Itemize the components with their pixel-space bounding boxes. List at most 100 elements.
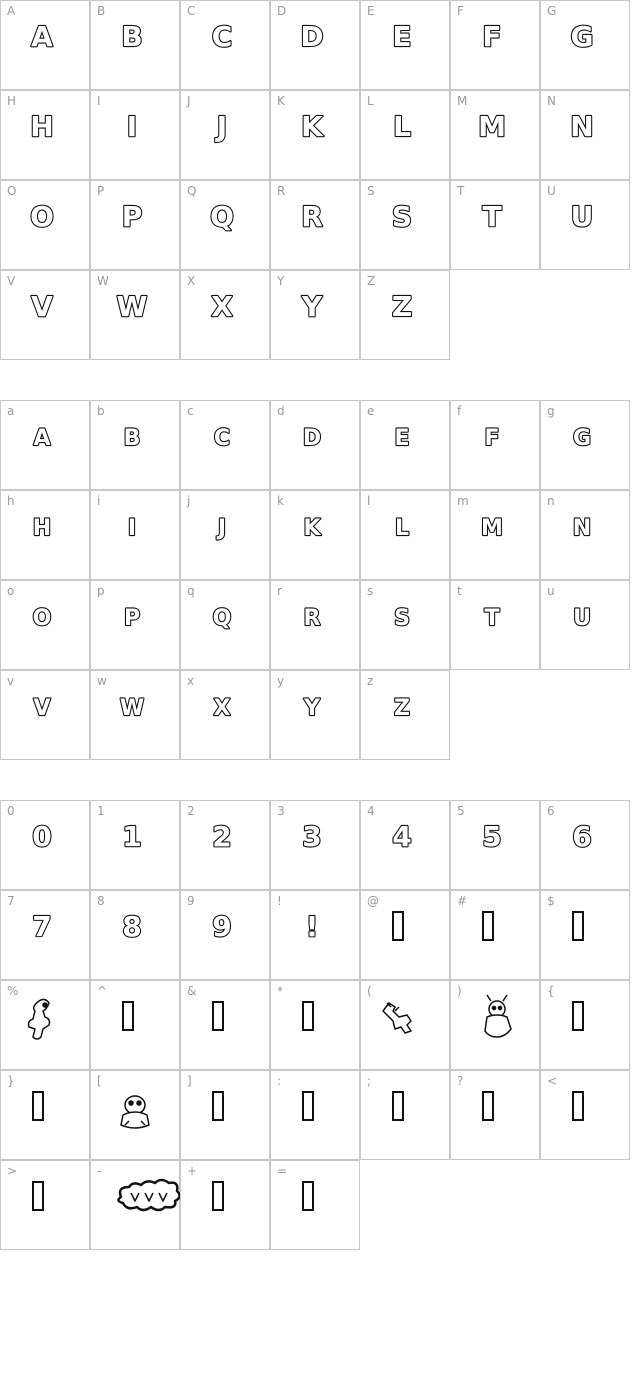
glyph-character: H <box>30 110 53 143</box>
glyph-cell: 00 <box>0 800 90 890</box>
glyph-cell: JJ <box>180 90 270 180</box>
missing-glyph-box <box>451 1071 541 1161</box>
glyph-cell: jJ <box>180 490 270 580</box>
glyph-cell: @ <box>360 890 450 980</box>
glyph-cell: } <box>0 1070 90 1160</box>
glyph-character: L <box>395 516 409 541</box>
glyph-cell: gG <box>540 400 630 490</box>
glyph-character: X <box>211 290 233 323</box>
glyph-character: U <box>571 200 594 233</box>
cloud-glyph: G <box>541 401 631 491</box>
glyph-cell: ; <box>360 1070 450 1160</box>
glyph-cell: NN <box>540 90 630 180</box>
glyph-cell: { <box>540 980 630 1070</box>
glyph-cell: ^ <box>90 980 180 1070</box>
glyph-character: W <box>117 290 148 323</box>
glyph-character: 9 <box>212 910 231 943</box>
glyph-cell: = <box>270 1160 360 1250</box>
glyph-character: N <box>570 110 593 143</box>
missing-glyph-rect <box>302 1001 314 1031</box>
glyph-cell: 55 <box>450 800 540 890</box>
glyph-cell: oO <box>0 580 90 670</box>
glyph-cell: KK <box>270 90 360 180</box>
missing-glyph-box <box>181 1161 271 1251</box>
picture-cloud-word-icon <box>91 1161 181 1251</box>
cloud-glyph: D <box>271 401 361 491</box>
picture-arm-icon <box>361 981 451 1071</box>
glyph-cell: qQ <box>180 580 270 670</box>
missing-glyph-box <box>91 981 181 1071</box>
glyph-character: 6 <box>572 820 591 853</box>
cloud-glyph: K <box>271 91 361 181</box>
glyph-cell: + <box>180 1160 270 1250</box>
glyph-cell: YY <box>270 270 360 360</box>
glyph-cell: 22 <box>180 800 270 890</box>
glyph-cell: zZ <box>360 670 450 760</box>
glyph-character: P <box>124 606 140 631</box>
cloud-glyph: A <box>1 401 91 491</box>
glyph-cell: : <box>270 1070 360 1160</box>
cloud-glyph: N <box>541 91 631 181</box>
cloud-glyph: P <box>91 181 181 271</box>
glyph-cell: FF <box>450 0 540 90</box>
glyph-cell: CC <box>180 0 270 90</box>
missing-glyph-rect <box>482 1091 494 1121</box>
cloud-glyph: Q <box>181 181 271 271</box>
glyph-character: K <box>301 110 324 143</box>
missing-glyph-box <box>181 981 271 1071</box>
glyph-cell: * <box>270 980 360 1070</box>
glyph-character: C <box>212 20 233 53</box>
cloud-glyph: L <box>361 91 451 181</box>
cloud-glyph: M <box>451 91 541 181</box>
missing-glyph-rect <box>572 1091 584 1121</box>
cloud-glyph: V <box>1 671 91 761</box>
glyph-cell: 11 <box>90 800 180 890</box>
cloud-glyph: G <box>541 1 631 91</box>
glyph-character: J <box>216 516 226 541</box>
glyph-character: 2 <box>212 820 231 853</box>
glyph-character: 5 <box>482 820 501 853</box>
glyph-cell: SS <box>360 180 450 270</box>
glyph-cell: # <box>450 890 540 980</box>
glyph-cell: DD <box>270 0 360 90</box>
missing-glyph-rect <box>392 911 404 941</box>
cloud-glyph: Y <box>271 671 361 761</box>
glyph-character: V <box>33 696 50 721</box>
glyph-character: Y <box>301 290 323 323</box>
glyph-cell: bB <box>90 400 180 490</box>
glyph-cell: TT <box>450 180 540 270</box>
glyph-cell: MM <box>450 90 540 180</box>
glyph-character: R <box>304 606 321 631</box>
glyph-cell: > <box>0 1160 90 1250</box>
picture-creature-icon <box>91 1071 181 1161</box>
glyph-character: G <box>573 426 591 451</box>
cloud-glyph: T <box>451 181 541 271</box>
glyph-cell: QQ <box>180 180 270 270</box>
cloud-glyph: 3 <box>271 801 361 891</box>
missing-glyph-box <box>271 1161 361 1251</box>
cloud-glyph: 5 <box>451 801 541 891</box>
cloud-glyph: L <box>361 491 451 581</box>
glyph-character: T <box>482 200 501 233</box>
glyph-cell: BB <box>90 0 180 90</box>
cloud-glyph: P <box>91 581 181 671</box>
cloud-glyph: O <box>1 581 91 671</box>
cloud-glyph: E <box>361 1 451 91</box>
cloud-glyph: S <box>361 581 451 671</box>
glyph-cell: [ <box>90 1070 180 1160</box>
cloud-glyph: T <box>451 581 541 671</box>
cloud-glyph: K <box>271 491 361 581</box>
missing-glyph-box <box>541 981 631 1071</box>
glyph-cell: lL <box>360 490 450 580</box>
glyph-cell: tT <box>450 580 540 670</box>
glyph-character: L <box>393 110 411 143</box>
missing-glyph-box <box>541 1071 631 1161</box>
glyph-cell: UU <box>540 180 630 270</box>
missing-glyph-rect <box>32 1091 44 1121</box>
glyph-character: U <box>573 606 591 631</box>
cloud-glyph: Z <box>361 671 451 761</box>
glyph-character: N <box>573 516 591 541</box>
cloud-glyph: 9 <box>181 891 271 981</box>
glyph-character: A <box>31 20 53 53</box>
glyph-character: E <box>392 20 411 53</box>
